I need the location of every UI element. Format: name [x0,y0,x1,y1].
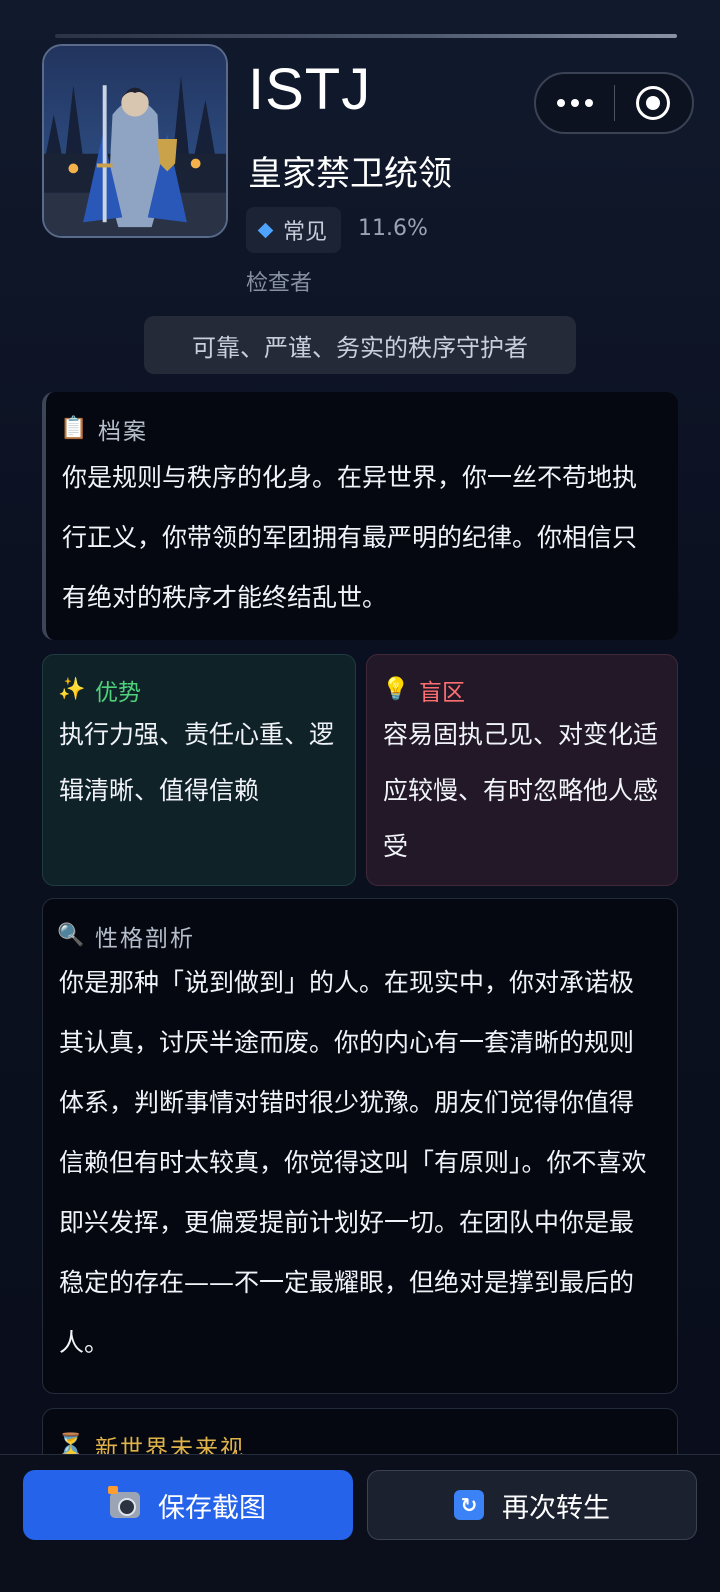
type-alias: 检查者 [246,271,313,296]
reborn-label: 再次转生 [502,1492,610,1524]
profile-title: 📋 档案 [60,412,678,446]
blindspots-body: 容易固执己见、对变化适应较慢、有时忽略他人感受 [383,720,659,861]
magnifier-icon: 🔍 [57,923,87,948]
mini-program-capsule [534,72,694,134]
sparkles-icon: ✨ [58,677,86,702]
analysis-body: 你是那种「说到做到」的人。在现实中，你对承诺极其认真，讨厌半途而废。你的内心有一… [59,968,647,1357]
analysis-title-label: 性格剖析 [95,926,195,952]
strengths-title-label: 优势 [95,680,141,706]
dot-icon [585,99,593,107]
reborn-button[interactable]: ↻ 再次转生 [367,1470,697,1540]
profile-title-label: 档案 [98,419,148,445]
rarity-badge: 常见 [246,207,342,253]
blindspots-card: 💡 盲区 容易固执己见、对变化适应较慢、有时忽略他人感受 [366,654,678,886]
close-button[interactable] [615,74,692,132]
top-divider [55,34,677,38]
save-screenshot-button[interactable]: 保存截图 [23,1470,353,1540]
lightbulb-icon: 💡 [382,677,410,702]
result-page: ISTJ 皇家禁卫统领 常见 11.6% 检查者 可靠、严谨、务实的秩序守护者 … [0,0,720,1592]
save-label: 保存截图 [158,1492,266,1524]
strengths-body: 执行力强、责任心重、逻辑清晰、值得信赖 [59,720,335,805]
dot-icon [557,99,565,107]
rarity-percentage: 11.6% [358,216,428,241]
profile-card: 📋 档案 你是规则与秩序的化身。在异世界，你一丝不苟地执行正义，你带领的军团拥有… [42,392,678,640]
profile-body: 你是规则与秩序的化身。在异世界，你一丝不苟地执行正义，你带领的军团拥有最严明的纪… [62,463,638,612]
target-icon [636,86,671,120]
more-button[interactable] [536,74,614,132]
analysis-card: 🔍 性格剖析 你是那种「说到做到」的人。在现实中，你对承诺极其认真，讨厌半途而废… [42,898,678,1394]
type-name: 皇家禁卫统领 [248,154,452,194]
diamond-icon [257,222,274,238]
strengths-title: ✨ 优势 [58,673,355,707]
bottom-action-bar: 保存截图 ↻ 再次转生 [0,1454,720,1592]
rarity-label: 常见 [283,220,328,245]
clipboard-icon: 📋 [60,416,90,441]
tagline-chip: 可靠、严谨、务实的秩序守护者 [144,316,576,374]
dot-icon [571,99,579,107]
blindspots-title-label: 盲区 [419,680,465,706]
type-code: ISTJ [248,57,372,122]
strengths-card: ✨ 优势 执行力强、责任心重、逻辑清晰、值得信赖 [42,654,356,886]
camera-icon [108,1486,140,1518]
blindspots-title: 💡 盲区 [382,673,677,707]
refresh-icon: ↻ [454,1490,484,1520]
character-portrait [42,44,228,238]
analysis-title: 🔍 性格剖析 [57,919,677,953]
